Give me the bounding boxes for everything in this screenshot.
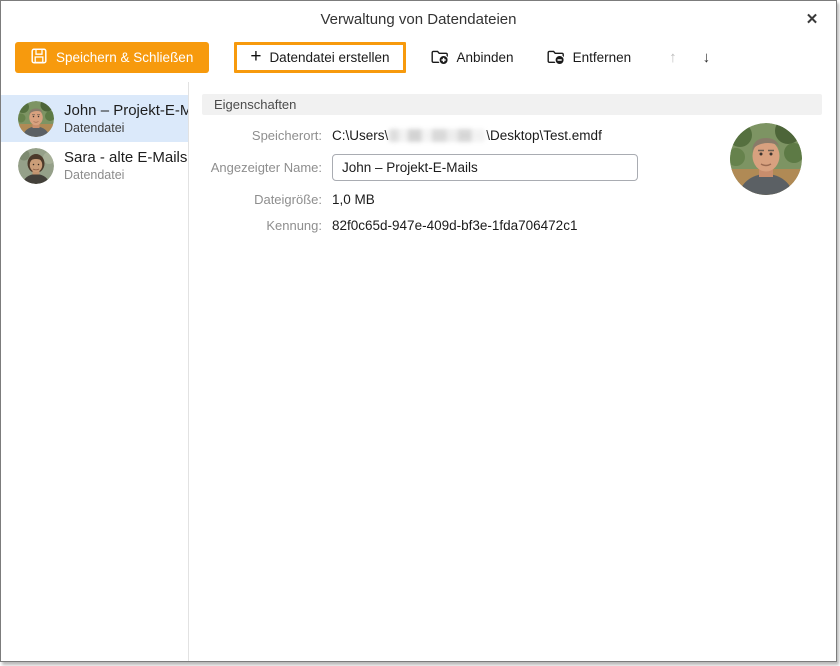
properties-form: Speicherort: C:\Users\\Desktop\Test.emdf… (202, 128, 822, 233)
attach-button[interactable]: Anbinden (423, 42, 522, 73)
folder-remove-icon (547, 48, 565, 68)
id-value: 82f0c65d-947e-409d-bf3e-1fda706472c1 (332, 218, 822, 233)
properties-pane: Eigenschaften Speicherort: C:\Users\\Des… (189, 82, 836, 661)
data-file-manager-dialog: Verwaltung von Datendateien ✕ Speichern … (0, 0, 837, 662)
plus-icon: + (250, 47, 261, 66)
title-bar: Verwaltung von Datendateien ✕ (1, 1, 836, 37)
create-data-file-label: Datendatei erstellen (269, 50, 389, 65)
location-label: Speicherort: (202, 128, 322, 143)
dialog-title: Verwaltung von Datendateien (321, 11, 517, 28)
toolbar: Speichern & Schließen + Datendatei erste… (1, 37, 836, 82)
save-close-button[interactable]: Speichern & Schließen (15, 42, 209, 73)
file-size-value: 1,0 MB (332, 192, 822, 207)
folder-add-icon (431, 48, 449, 68)
contact-photo (730, 123, 802, 195)
file-size-label: Dateigröße: (202, 192, 322, 207)
data-file-list: John – Projekt-E-Mails Datendatei Sara -… (1, 82, 189, 661)
list-item-john[interactable]: John – Projekt-E-Mails Datendatei (1, 95, 188, 142)
list-item-title: Sara - alte E-Mails | 2022 (64, 149, 189, 166)
remove-button[interactable]: Entfernen (539, 42, 640, 73)
list-item-subtitle: Datendatei (64, 121, 189, 135)
properties-header: Eigenschaften (202, 94, 822, 115)
attach-label: Anbinden (457, 50, 514, 65)
avatar (18, 148, 54, 184)
close-icon[interactable]: ✕ (801, 9, 823, 31)
list-item-title: John – Projekt-E-Mails (64, 102, 189, 119)
save-icon (31, 48, 47, 67)
remove-label: Entfernen (573, 50, 632, 65)
avatar (18, 101, 54, 137)
redacted-username (389, 129, 485, 142)
save-close-label: Speichern & Schließen (56, 50, 193, 65)
move-up-icon[interactable]: ↑ (663, 47, 683, 68)
create-data-file-button[interactable]: + Datendatei erstellen (234, 42, 405, 73)
dialog-body: John – Projekt-E-Mails Datendatei Sara -… (1, 82, 836, 661)
display-name-input[interactable] (332, 154, 638, 181)
display-name-label: Angezeigter Name: (202, 160, 322, 175)
list-item-subtitle: Datendatei (64, 168, 189, 182)
move-down-icon[interactable]: ↓ (697, 47, 717, 68)
id-label: Kennung: (202, 218, 322, 233)
list-item-sara[interactable]: Sara - alte E-Mails | 2022 Datendatei (1, 142, 188, 189)
